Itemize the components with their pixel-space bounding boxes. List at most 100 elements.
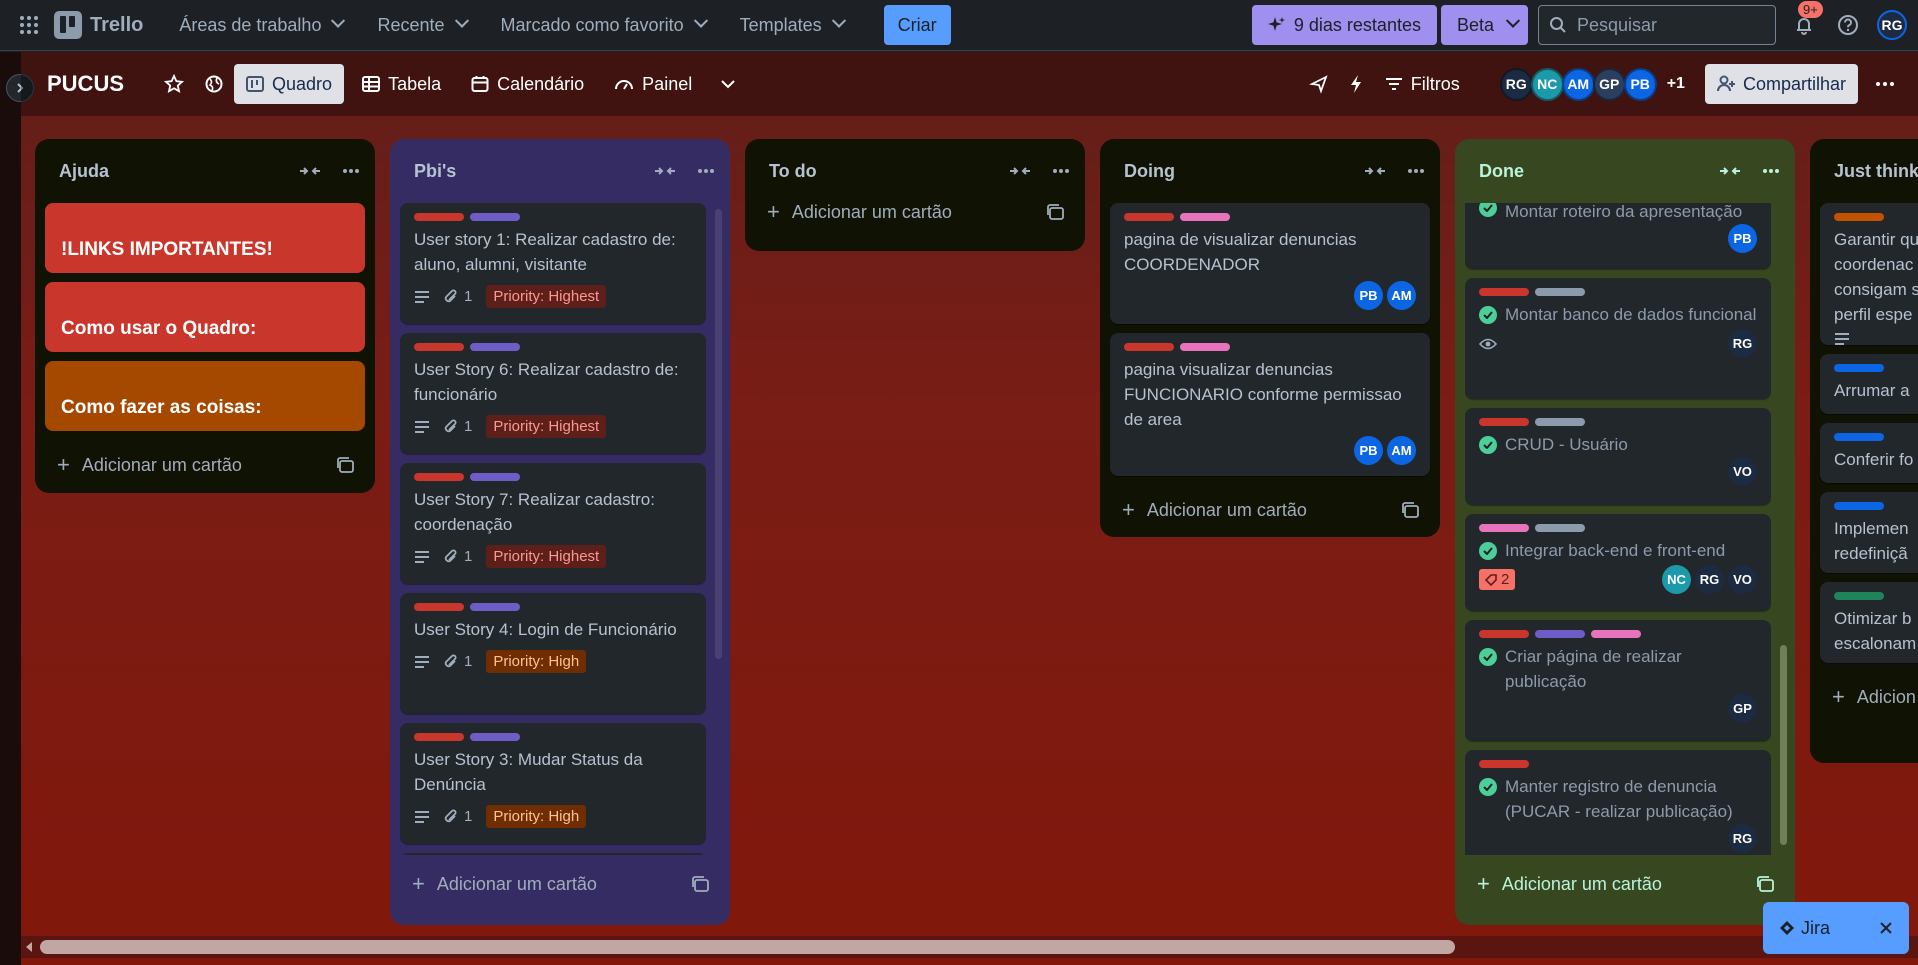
card-member-avatar[interactable]: PB	[1354, 281, 1383, 310]
menu-templates[interactable]: Templates	[730, 8, 854, 42]
card[interactable]: !LINKS IMPORTANTES!	[45, 203, 365, 273]
card-member-avatar[interactable]: RG	[1728, 824, 1757, 853]
view-table-tab[interactable]: Tabela	[350, 64, 453, 104]
card[interactable]: User story 1: Realizar cadastro de: alun…	[400, 203, 706, 324]
card-label-red[interactable]	[1479, 630, 1529, 638]
horizontal-scroll-thumb[interactable]	[40, 940, 1455, 954]
board-title[interactable]: PUCUS	[47, 71, 124, 97]
card-label-purple[interactable]	[470, 213, 520, 221]
card-label-purple[interactable]	[470, 473, 520, 481]
card[interactable]: Montar banco de dados funcional RG	[1465, 278, 1771, 399]
list-scrollbar[interactable]	[715, 209, 722, 659]
card[interactable]: Arrumar a	[1820, 354, 1918, 414]
more-views-chevron-icon[interactable]	[720, 76, 736, 92]
list-menu-icon[interactable]	[1763, 169, 1779, 173]
card-label-purple[interactable]	[1535, 630, 1585, 638]
create-from-template-icon[interactable]	[692, 876, 710, 892]
card-member-avatar[interactable]: VO	[1728, 457, 1757, 486]
list-menu-icon[interactable]	[698, 169, 714, 173]
card-label-green[interactable]	[1834, 592, 1884, 600]
card-member-avatar[interactable]: GP	[1728, 694, 1757, 723]
card[interactable]: User Story 7: Realizar cadastro: coorden…	[400, 463, 706, 584]
card-label-red[interactable]	[414, 603, 464, 611]
card-label-red[interactable]	[414, 473, 464, 481]
card[interactable]: Conferir fo	[1820, 423, 1918, 483]
menu-starred[interactable]: Marcado como favorito	[491, 8, 716, 42]
list-title[interactable]: Done	[1479, 161, 1524, 182]
card-label-red[interactable]	[1124, 213, 1174, 221]
list-title[interactable]: Pbi's	[414, 161, 456, 182]
star-icon[interactable]	[164, 74, 185, 94]
card[interactable]: Criar página de realizar publicação GP	[1465, 620, 1771, 741]
card-label-red[interactable]	[414, 343, 464, 351]
collapse-list-icon[interactable]	[1364, 164, 1386, 178]
complete-check-icon[interactable]	[1479, 436, 1497, 454]
card-member-avatar[interactable]: AM	[1387, 281, 1416, 310]
close-icon[interactable]	[1879, 921, 1893, 935]
complete-check-icon[interactable]	[1479, 306, 1497, 324]
card[interactable]: Montar roteiro da apresentação PB	[1465, 203, 1771, 269]
board-members[interactable]: RG NC AM GP PB +1	[1499, 67, 1685, 101]
card[interactable]: pagina de visualizar denuncias COORDENAD…	[1110, 203, 1430, 324]
card-label-pink[interactable]	[1180, 343, 1230, 351]
card[interactable]: User Story 4: Login de Funcionário 1 Prio…	[400, 593, 706, 714]
create-from-template-icon[interactable]	[1047, 204, 1065, 220]
card-label-pink[interactable]	[1479, 524, 1529, 532]
card[interactable]: User Story 3: Mudar Status da Denúncia 1…	[400, 723, 706, 844]
card-member-avatar[interactable]: PB	[1728, 224, 1757, 253]
create-from-template-icon[interactable]	[337, 457, 355, 473]
collapse-list-icon[interactable]	[1719, 164, 1741, 178]
card-member-avatar[interactable]: VO	[1728, 565, 1757, 594]
notifications-button[interactable]: 9+	[1788, 1, 1823, 41]
collapse-list-icon[interactable]	[299, 164, 321, 178]
card-partial[interactable]	[400, 853, 706, 855]
list-menu-icon[interactable]	[1053, 169, 1069, 173]
member-avatar[interactable]: PB	[1623, 67, 1657, 101]
card-label-gray[interactable]	[1535, 288, 1585, 296]
member-avatar[interactable]: GP	[1592, 67, 1626, 101]
add-card-button[interactable]: + Adicionar um cartão	[45, 440, 365, 490]
create-from-template-icon[interactable]	[1402, 502, 1420, 518]
complete-check-icon[interactable]	[1479, 542, 1497, 560]
card[interactable]: Como fazer as coisas:	[45, 361, 365, 431]
help-button[interactable]	[1832, 9, 1864, 41]
card-label-pink[interactable]	[1180, 213, 1230, 221]
card-member-avatar[interactable]: NC	[1662, 565, 1691, 594]
list-title[interactable]: Just thinki	[1834, 161, 1918, 182]
list-cards-scroll[interactable]: User story 1: Realizar cadastro de: alun…	[400, 203, 706, 855]
card-member-avatar[interactable]: PB	[1354, 436, 1383, 465]
card[interactable]: Integrar back-end e front-end 2 NC RG VO	[1465, 514, 1771, 611]
card-label-red[interactable]	[1479, 288, 1529, 296]
member-avatar[interactable]: NC	[1530, 67, 1564, 101]
card[interactable]: Como usar o Quadro:	[45, 282, 365, 352]
card-label-blue[interactable]	[1834, 502, 1884, 510]
board-menu-icon[interactable]	[1876, 82, 1894, 86]
card[interactable]: User Story 6: Realizar cadastro de: func…	[400, 333, 706, 454]
card[interactable]: CRUD - Usuário VO	[1465, 408, 1771, 505]
card-label-red[interactable]	[1124, 343, 1174, 351]
card-member-avatar[interactable]: AM	[1387, 436, 1416, 465]
view-board-tab[interactable]: Quadro	[234, 64, 345, 104]
view-dashboard-tab[interactable]: Painel	[602, 64, 704, 104]
power-ups-rocket-icon[interactable]	[1308, 74, 1329, 94]
card-label-blue[interactable]	[1834, 364, 1884, 372]
trello-logo[interactable]: Trello	[54, 11, 143, 39]
card-label-orange[interactable]	[1834, 213, 1884, 221]
collapse-list-icon[interactable]	[1009, 164, 1031, 178]
add-card-button[interactable]: + Adicionar um cartão	[755, 187, 1075, 237]
list-title[interactable]: To do	[769, 161, 817, 182]
add-card-button[interactable]: + Adicionar um cartão	[1465, 859, 1785, 909]
list-cards-scroll[interactable]: Montar roteiro da apresentação PB Montar…	[1465, 203, 1771, 855]
share-button[interactable]: Compartilhar	[1704, 64, 1858, 104]
create-from-template-icon[interactable]	[1757, 876, 1775, 892]
complete-check-icon[interactable]	[1479, 778, 1497, 796]
card-member-avatar[interactable]: RG	[1728, 329, 1757, 358]
card[interactable]: Implemen redefiniçã	[1820, 492, 1918, 573]
add-card-button[interactable]: + Adicion	[1820, 672, 1918, 722]
app-switcher-icon[interactable]	[18, 14, 40, 36]
list-menu-icon[interactable]	[343, 169, 359, 173]
card-label-red[interactable]	[1479, 760, 1529, 768]
view-calendar-tab[interactable]: Calendário	[459, 64, 596, 104]
card-label-purple[interactable]	[470, 733, 520, 741]
search-input[interactable]: Pesquisar	[1538, 5, 1776, 45]
